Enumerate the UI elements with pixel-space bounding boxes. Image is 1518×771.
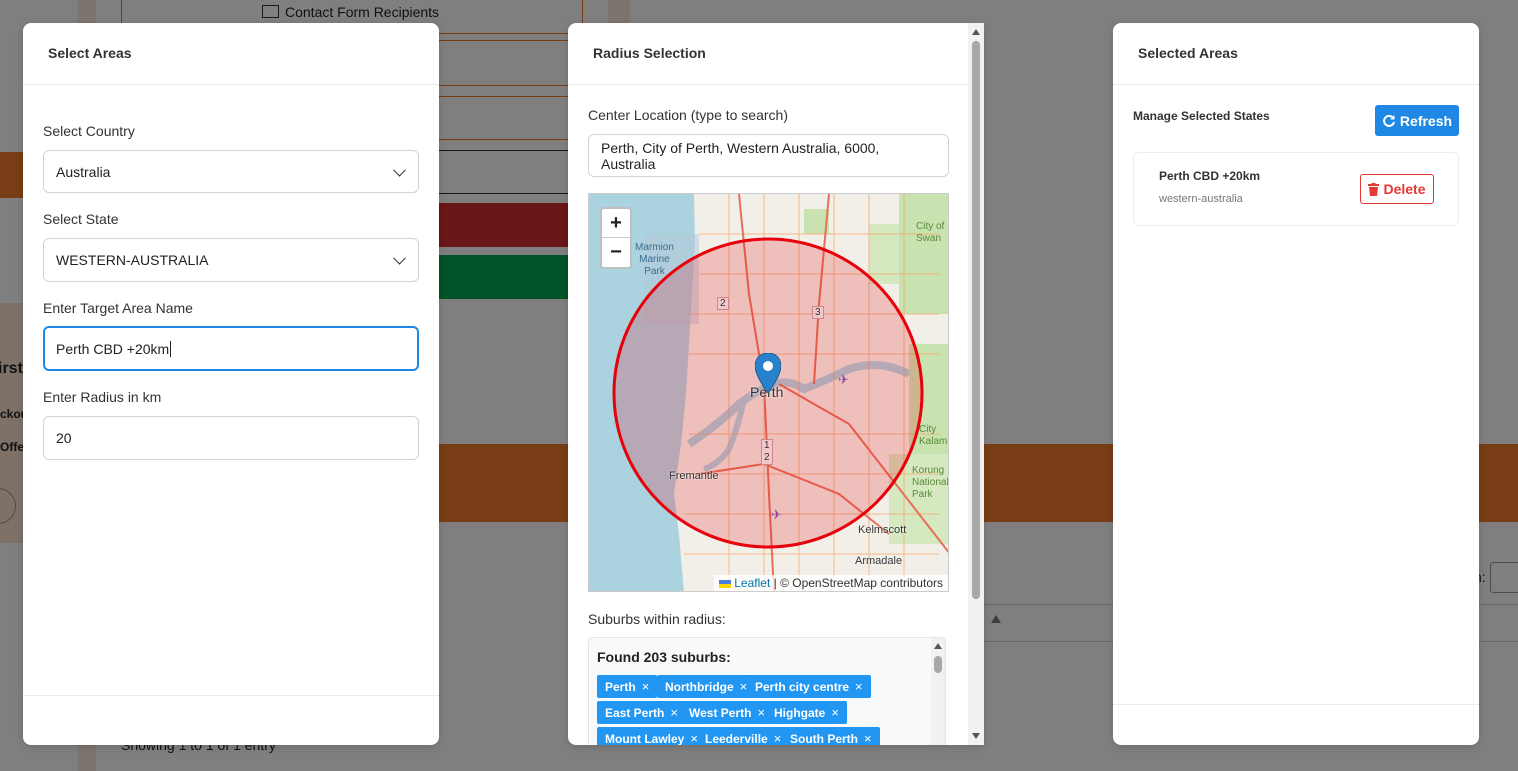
country-select[interactable]: Australia — [43, 150, 419, 193]
scroll-thumb[interactable] — [934, 656, 942, 673]
area-name-input[interactable]: Perth CBD +20km — [43, 326, 419, 371]
suburb-tag[interactable]: Northbridge × — [657, 675, 756, 698]
refresh-icon — [1383, 114, 1395, 127]
scroll-up-arrow[interactable] — [934, 643, 942, 649]
airport-icon: ✈ — [838, 372, 849, 387]
close-icon[interactable]: × — [757, 705, 765, 720]
chevron-down-icon — [393, 163, 406, 177]
place-city-of-swan: City of Swan — [916, 221, 945, 244]
suburb-tag[interactable]: East Perth × — [597, 701, 686, 724]
place-korung: Korung National Park — [912, 465, 949, 500]
trash-icon — [1368, 182, 1380, 196]
center-location-label: Center Location (type to search) — [588, 107, 788, 123]
delete-label: Delete — [1383, 181, 1426, 197]
route-marker-3: 3 — [812, 306, 824, 319]
country-value: Australia — [56, 163, 111, 180]
state-label: Select State — [43, 211, 119, 227]
selected-areas-modal: Selected Areas Manage Selected States Re… — [1113, 23, 1479, 745]
zoom-control: + − — [600, 207, 632, 269]
suburb-tag[interactable]: South Perth × — [782, 727, 880, 745]
radius-value: 20 — [56, 430, 72, 446]
modal-title: Radius Selection — [568, 23, 968, 85]
modal-title: Select Areas — [23, 23, 439, 85]
place-marmion: Marmion Marine Park — [635, 242, 674, 277]
area-name: Perth CBD +20km — [1159, 169, 1261, 183]
area-name-label: Enter Target Area Name — [43, 300, 193, 316]
state-select[interactable]: WESTERN-AUSTRALIA — [43, 238, 419, 282]
route-marker-1-2: 1 2 — [761, 439, 773, 465]
close-icon[interactable]: × — [831, 705, 839, 720]
scroll-up-arrow[interactable] — [972, 29, 980, 35]
modal-scrollbar[interactable] — [968, 23, 984, 745]
place-kelmscott: Kelmscott — [858, 524, 907, 536]
park-area — [869, 224, 899, 284]
close-icon[interactable]: × — [670, 705, 678, 720]
suburbs-count: Found 203 suburbs: — [597, 649, 731, 665]
map-attribution: Leaflet | © OpenStreetMap contributors — [714, 575, 948, 591]
refresh-label: Refresh — [1399, 112, 1453, 129]
suburb-tag[interactable]: Mount Lawley × — [597, 727, 706, 745]
close-icon[interactable]: × — [855, 679, 863, 694]
close-icon[interactable]: × — [774, 731, 782, 745]
zoom-out-button[interactable]: − — [602, 238, 630, 267]
center-location-input[interactable]: Perth, City of Perth, Western Australia,… — [588, 134, 949, 177]
park-area — [899, 194, 948, 314]
place-armadale: Armadale — [855, 555, 903, 567]
osm-attribution: | © OpenStreetMap contributors — [770, 576, 943, 590]
state-value: WESTERN-AUSTRALIA — [56, 252, 209, 268]
selected-area-card: Perth CBD +20km western-australia Delete — [1133, 152, 1459, 226]
radius-label: Enter Radius in km — [43, 389, 162, 405]
chevron-down-icon — [393, 251, 406, 265]
ukraine-flag-icon — [719, 579, 732, 588]
place-kalamunda: City Kalam — [919, 424, 948, 447]
select-areas-modal: Select Areas Select Country Australia Se… — [23, 23, 439, 745]
modal-title: Selected Areas — [1113, 23, 1479, 85]
center-location-value: Perth, City of Perth, Western Australia,… — [601, 139, 880, 172]
suburb-tag[interactable]: Perth city centre × — [747, 675, 871, 698]
radius-input[interactable]: 20 — [43, 416, 419, 460]
map-pin-icon[interactable] — [755, 353, 781, 393]
scroll-thumb[interactable] — [972, 41, 980, 599]
suburbs-scrollbar[interactable] — [931, 638, 945, 745]
suburb-tag[interactable]: West Perth × — [681, 701, 774, 724]
manage-selected-label: Manage Selected States — [1133, 109, 1270, 123]
suburbs-label: Suburbs within radius: — [588, 611, 726, 627]
modal-footer — [23, 695, 439, 745]
refresh-button[interactable]: Refresh — [1375, 105, 1459, 136]
area-name-value: Perth CBD +20km — [56, 340, 170, 357]
country-label: Select Country — [43, 123, 135, 139]
zoom-in-button[interactable]: + — [602, 209, 630, 238]
suburb-tag[interactable]: Leederville × — [697, 727, 790, 745]
delete-button[interactable]: Delete — [1360, 174, 1434, 204]
radius-selection-modal: Radius Selection Center Location (type t… — [568, 23, 984, 745]
leaflet-link[interactable]: Leaflet — [734, 576, 770, 590]
close-icon[interactable]: × — [864, 731, 872, 745]
scroll-down-arrow[interactable] — [972, 733, 980, 739]
place-fremantle: Fremantle — [669, 470, 719, 482]
modal-footer — [1113, 704, 1479, 745]
area-state: western-australia — [1159, 193, 1243, 205]
close-icon[interactable]: × — [642, 679, 650, 694]
suburb-tag[interactable]: Perth × — [597, 675, 658, 698]
airport-icon: ✈ — [771, 507, 782, 522]
suburbs-list: Found 203 suburbs: Perth × Northbridge × P… — [588, 637, 946, 745]
route-marker-2: 2 — [717, 297, 729, 310]
suburb-tag[interactable]: Highgate × — [766, 701, 847, 724]
text-cursor — [170, 340, 172, 357]
map-view[interactable]: + − Marmion Marine Park City of Swan Cit… — [588, 193, 949, 592]
